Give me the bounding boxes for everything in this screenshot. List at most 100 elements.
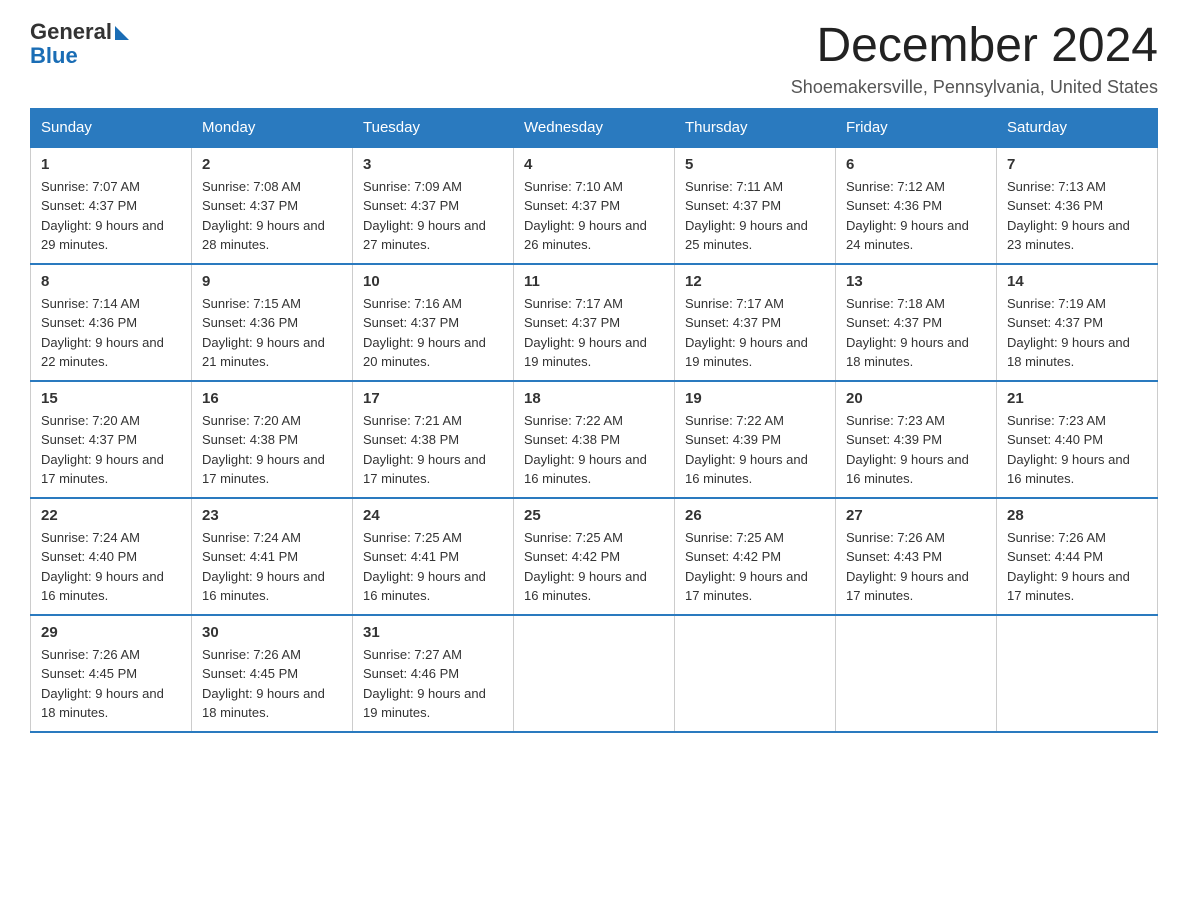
col-header-wednesday: Wednesday [514, 108, 675, 147]
day-info: Sunrise: 7:24 AM Sunset: 4:40 PM Dayligh… [41, 528, 181, 606]
calendar-cell: 25 Sunrise: 7:25 AM Sunset: 4:42 PM Dayl… [514, 498, 675, 615]
day-number: 5 [685, 156, 825, 173]
calendar-week-3: 15 Sunrise: 7:20 AM Sunset: 4:37 PM Dayl… [31, 381, 1158, 498]
calendar-cell: 16 Sunrise: 7:20 AM Sunset: 4:38 PM Dayl… [192, 381, 353, 498]
calendar-cell [836, 615, 997, 732]
day-number: 19 [685, 390, 825, 407]
calendar-cell: 5 Sunrise: 7:11 AM Sunset: 4:37 PM Dayli… [675, 147, 836, 264]
calendar-cell: 2 Sunrise: 7:08 AM Sunset: 4:37 PM Dayli… [192, 147, 353, 264]
col-header-friday: Friday [836, 108, 997, 147]
day-number: 26 [685, 507, 825, 524]
calendar-cell: 12 Sunrise: 7:17 AM Sunset: 4:37 PM Dayl… [675, 264, 836, 381]
calendar-cell: 18 Sunrise: 7:22 AM Sunset: 4:38 PM Dayl… [514, 381, 675, 498]
calendar-cell: 1 Sunrise: 7:07 AM Sunset: 4:37 PM Dayli… [31, 147, 192, 264]
calendar-cell: 6 Sunrise: 7:12 AM Sunset: 4:36 PM Dayli… [836, 147, 997, 264]
day-info: Sunrise: 7:23 AM Sunset: 4:39 PM Dayligh… [846, 411, 986, 489]
calendar-cell: 14 Sunrise: 7:19 AM Sunset: 4:37 PM Dayl… [997, 264, 1158, 381]
calendar-cell: 27 Sunrise: 7:26 AM Sunset: 4:43 PM Dayl… [836, 498, 997, 615]
day-info: Sunrise: 7:11 AM Sunset: 4:37 PM Dayligh… [685, 177, 825, 255]
day-number: 23 [202, 507, 342, 524]
title-area: December 2024 Shoemakersville, Pennsylva… [791, 20, 1158, 98]
col-header-monday: Monday [192, 108, 353, 147]
day-info: Sunrise: 7:25 AM Sunset: 4:41 PM Dayligh… [363, 528, 503, 606]
day-info: Sunrise: 7:22 AM Sunset: 4:39 PM Dayligh… [685, 411, 825, 489]
calendar-cell: 30 Sunrise: 7:26 AM Sunset: 4:45 PM Dayl… [192, 615, 353, 732]
day-number: 17 [363, 390, 503, 407]
day-number: 13 [846, 273, 986, 290]
day-number: 1 [41, 156, 181, 173]
day-number: 16 [202, 390, 342, 407]
day-number: 10 [363, 273, 503, 290]
calendar-cell [675, 615, 836, 732]
col-header-tuesday: Tuesday [353, 108, 514, 147]
location-title: Shoemakersville, Pennsylvania, United St… [791, 77, 1158, 98]
calendar-week-5: 29 Sunrise: 7:26 AM Sunset: 4:45 PM Dayl… [31, 615, 1158, 732]
calendar-cell: 11 Sunrise: 7:17 AM Sunset: 4:37 PM Dayl… [514, 264, 675, 381]
day-info: Sunrise: 7:07 AM Sunset: 4:37 PM Dayligh… [41, 177, 181, 255]
calendar-cell: 7 Sunrise: 7:13 AM Sunset: 4:36 PM Dayli… [997, 147, 1158, 264]
col-header-thursday: Thursday [675, 108, 836, 147]
calendar-cell: 31 Sunrise: 7:27 AM Sunset: 4:46 PM Dayl… [353, 615, 514, 732]
day-info: Sunrise: 7:16 AM Sunset: 4:37 PM Dayligh… [363, 294, 503, 372]
logo-blue: Blue [30, 43, 78, 68]
month-title: December 2024 [791, 20, 1158, 73]
calendar-cell: 21 Sunrise: 7:23 AM Sunset: 4:40 PM Dayl… [997, 381, 1158, 498]
day-number: 31 [363, 624, 503, 641]
day-info: Sunrise: 7:22 AM Sunset: 4:38 PM Dayligh… [524, 411, 664, 489]
day-number: 6 [846, 156, 986, 173]
calendar-cell: 10 Sunrise: 7:16 AM Sunset: 4:37 PM Dayl… [353, 264, 514, 381]
logo: General Blue [30, 20, 129, 68]
calendar-cell: 15 Sunrise: 7:20 AM Sunset: 4:37 PM Dayl… [31, 381, 192, 498]
day-number: 18 [524, 390, 664, 407]
calendar-week-2: 8 Sunrise: 7:14 AM Sunset: 4:36 PM Dayli… [31, 264, 1158, 381]
day-number: 12 [685, 273, 825, 290]
calendar-cell: 29 Sunrise: 7:26 AM Sunset: 4:45 PM Dayl… [31, 615, 192, 732]
day-number: 14 [1007, 273, 1147, 290]
day-info: Sunrise: 7:12 AM Sunset: 4:36 PM Dayligh… [846, 177, 986, 255]
col-header-sunday: Sunday [31, 108, 192, 147]
header-row: SundayMondayTuesdayWednesdayThursdayFrid… [31, 108, 1158, 147]
col-header-saturday: Saturday [997, 108, 1158, 147]
day-info: Sunrise: 7:18 AM Sunset: 4:37 PM Dayligh… [846, 294, 986, 372]
day-number: 3 [363, 156, 503, 173]
day-info: Sunrise: 7:20 AM Sunset: 4:37 PM Dayligh… [41, 411, 181, 489]
calendar-cell: 24 Sunrise: 7:25 AM Sunset: 4:41 PM Dayl… [353, 498, 514, 615]
day-info: Sunrise: 7:23 AM Sunset: 4:40 PM Dayligh… [1007, 411, 1147, 489]
calendar-week-4: 22 Sunrise: 7:24 AM Sunset: 4:40 PM Dayl… [31, 498, 1158, 615]
day-info: Sunrise: 7:09 AM Sunset: 4:37 PM Dayligh… [363, 177, 503, 255]
calendar-cell: 19 Sunrise: 7:22 AM Sunset: 4:39 PM Dayl… [675, 381, 836, 498]
day-info: Sunrise: 7:19 AM Sunset: 4:37 PM Dayligh… [1007, 294, 1147, 372]
day-info: Sunrise: 7:08 AM Sunset: 4:37 PM Dayligh… [202, 177, 342, 255]
day-info: Sunrise: 7:25 AM Sunset: 4:42 PM Dayligh… [685, 528, 825, 606]
day-number: 29 [41, 624, 181, 641]
day-info: Sunrise: 7:10 AM Sunset: 4:37 PM Dayligh… [524, 177, 664, 255]
calendar-cell: 13 Sunrise: 7:18 AM Sunset: 4:37 PM Dayl… [836, 264, 997, 381]
header: General Blue December 2024 Shoemakersvil… [30, 20, 1158, 98]
calendar-cell [514, 615, 675, 732]
day-number: 11 [524, 273, 664, 290]
day-number: 30 [202, 624, 342, 641]
day-info: Sunrise: 7:26 AM Sunset: 4:45 PM Dayligh… [202, 645, 342, 723]
calendar-cell: 28 Sunrise: 7:26 AM Sunset: 4:44 PM Dayl… [997, 498, 1158, 615]
day-info: Sunrise: 7:26 AM Sunset: 4:43 PM Dayligh… [846, 528, 986, 606]
day-info: Sunrise: 7:27 AM Sunset: 4:46 PM Dayligh… [363, 645, 503, 723]
day-number: 28 [1007, 507, 1147, 524]
calendar-cell: 8 Sunrise: 7:14 AM Sunset: 4:36 PM Dayli… [31, 264, 192, 381]
calendar-cell: 26 Sunrise: 7:25 AM Sunset: 4:42 PM Dayl… [675, 498, 836, 615]
day-info: Sunrise: 7:20 AM Sunset: 4:38 PM Dayligh… [202, 411, 342, 489]
day-number: 15 [41, 390, 181, 407]
day-info: Sunrise: 7:24 AM Sunset: 4:41 PM Dayligh… [202, 528, 342, 606]
calendar-week-1: 1 Sunrise: 7:07 AM Sunset: 4:37 PM Dayli… [31, 147, 1158, 264]
calendar-cell: 4 Sunrise: 7:10 AM Sunset: 4:37 PM Dayli… [514, 147, 675, 264]
day-info: Sunrise: 7:17 AM Sunset: 4:37 PM Dayligh… [685, 294, 825, 372]
day-info: Sunrise: 7:26 AM Sunset: 4:45 PM Dayligh… [41, 645, 181, 723]
calendar-table: SundayMondayTuesdayWednesdayThursdayFrid… [30, 108, 1158, 733]
day-number: 21 [1007, 390, 1147, 407]
calendar-cell: 20 Sunrise: 7:23 AM Sunset: 4:39 PM Dayl… [836, 381, 997, 498]
calendar-cell: 3 Sunrise: 7:09 AM Sunset: 4:37 PM Dayli… [353, 147, 514, 264]
day-number: 25 [524, 507, 664, 524]
logo-general: General [30, 20, 112, 44]
day-number: 27 [846, 507, 986, 524]
day-number: 4 [524, 156, 664, 173]
day-info: Sunrise: 7:15 AM Sunset: 4:36 PM Dayligh… [202, 294, 342, 372]
